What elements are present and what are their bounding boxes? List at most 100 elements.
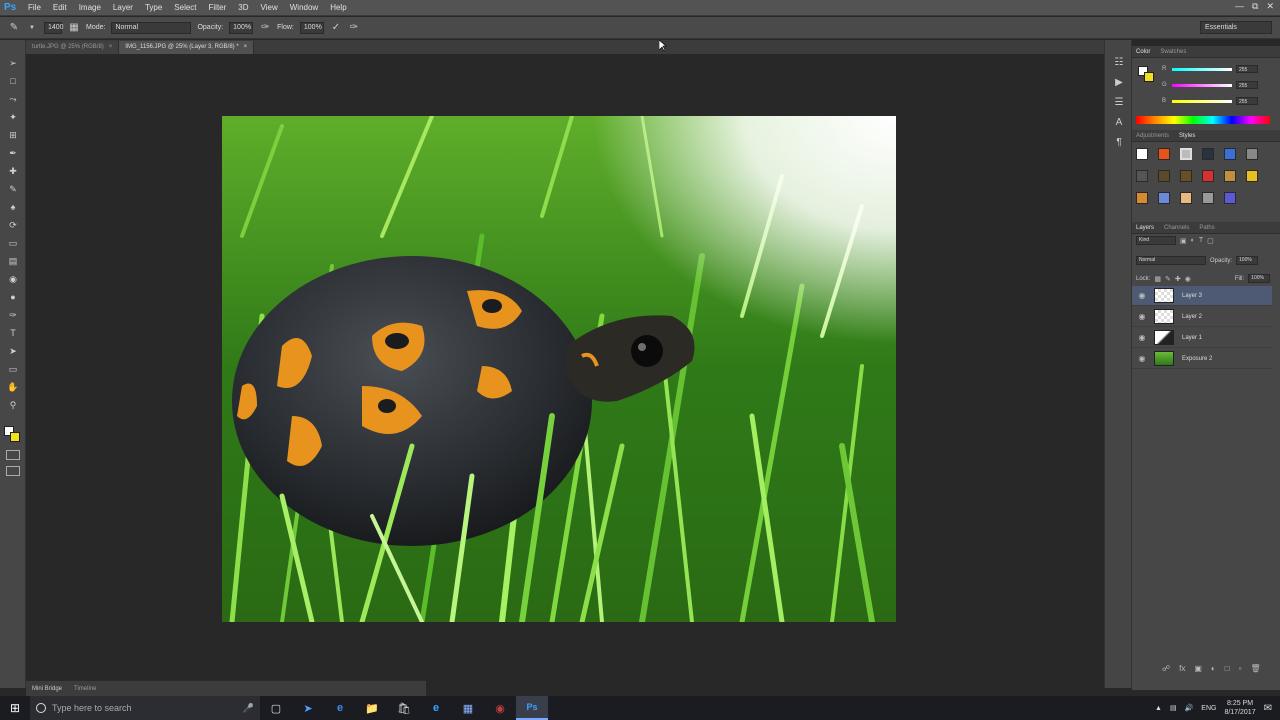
layer-row-layer-2[interactable]: ◉ Layer 2 — [1132, 307, 1272, 327]
layer-row-exposure-2[interactable]: ◉ Exposure 2 — [1132, 349, 1272, 369]
tab-adjustments[interactable]: Adjustments — [1136, 133, 1169, 139]
eye-icon[interactable]: ◉ — [1136, 312, 1148, 321]
tab-color[interactable]: Color — [1136, 49, 1150, 55]
filter-type-icon[interactable]: T — [1199, 237, 1203, 244]
chevron-down-icon[interactable]: ▼ — [26, 22, 38, 34]
menu-edit[interactable]: Edit — [47, 0, 73, 16]
pen-tool-icon[interactable]: ✑ — [4, 307, 22, 324]
menu-3d[interactable]: 3D — [232, 0, 254, 16]
file-explorer-icon[interactable]: 📁 — [356, 696, 388, 720]
background-color-swatch[interactable] — [10, 432, 20, 442]
shape-tool-icon[interactable]: ▭ — [4, 361, 22, 378]
task-view-icon[interactable]: ▢ — [260, 696, 292, 720]
menu-select[interactable]: Select — [168, 0, 202, 16]
internet-explorer-icon[interactable]: e — [420, 696, 452, 720]
filter-pixel-icon[interactable]: ▣ — [1180, 237, 1187, 245]
style-swatch[interactable] — [1246, 170, 1258, 182]
tab-turtle[interactable]: turtle.JPG @ 25% (RGB/8) × — [26, 41, 120, 54]
fx-icon[interactable]: fx — [1179, 664, 1185, 673]
crop-tool-icon[interactable]: ⊞ — [4, 127, 22, 144]
layer-row-layer-1[interactable]: ◉ Layer 1 — [1132, 328, 1272, 348]
delete-layer-icon[interactable]: 🗑 — [1250, 664, 1260, 673]
style-swatch[interactable] — [1224, 148, 1236, 160]
notifications-icon[interactable]: ✉ — [1264, 703, 1272, 714]
tab-img-1156[interactable]: IMG_1156.JPG @ 25% (Layer 3, RGB/8) * × — [119, 41, 255, 54]
tab-channels[interactable]: Channels — [1164, 225, 1189, 231]
link-layers-icon[interactable]: ☍ — [1162, 664, 1170, 673]
flow-field[interactable]: 100% — [299, 21, 324, 34]
healing-tool-icon[interactable]: ✚ — [4, 163, 22, 180]
blur-tool-icon[interactable]: ◉ — [4, 271, 22, 288]
style-swatch[interactable] — [1180, 170, 1192, 182]
close-icon[interactable]: × — [244, 41, 248, 54]
style-swatch[interactable] — [1180, 148, 1192, 160]
close-icon[interactable]: ✕ — [1266, 1, 1274, 12]
microphone-icon[interactable]: 🎤 — [243, 703, 254, 714]
actions-panel-icon[interactable]: ▶ — [1112, 76, 1126, 90]
screen-mode-icon[interactable] — [6, 466, 20, 476]
style-swatch[interactable] — [1246, 148, 1258, 160]
new-layer-icon[interactable]: ▫ — [1239, 664, 1242, 673]
pressure-opacity-icon[interactable]: ✑ — [259, 22, 271, 34]
layer-opacity-field[interactable]: 100% — [1236, 256, 1259, 265]
filter-shape-icon[interactable]: ▢ — [1207, 237, 1214, 245]
photoshop-taskbar-icon[interactable]: Ps — [516, 696, 548, 720]
lock-all-icon[interactable]: ◉ — [1185, 275, 1191, 283]
style-swatch[interactable] — [1202, 192, 1214, 204]
edge-browser-icon[interactable]: e — [324, 696, 356, 720]
gradient-tool-icon[interactable]: ▤ — [4, 253, 22, 270]
brush-size-field[interactable]: 1400 — [44, 21, 64, 34]
store-icon[interactable]: 🛍 — [388, 696, 420, 720]
menu-window[interactable]: Window — [284, 0, 324, 16]
lock-position-icon[interactable]: ✚ — [1175, 275, 1181, 283]
style-swatch[interactable] — [1136, 192, 1148, 204]
new-group-icon[interactable]: □ — [1225, 664, 1230, 673]
tab-mini-bridge[interactable]: Mini Bridge — [32, 686, 62, 692]
quick-select-tool-icon[interactable]: ✦ — [4, 109, 22, 126]
airbrush-icon[interactable]: ✓ — [330, 22, 342, 34]
chevron-up-icon[interactable]: ▲ — [1155, 705, 1162, 712]
blend-mode-select[interactable]: Normal — [1136, 256, 1206, 265]
type-tool-icon[interactable]: T — [4, 325, 22, 342]
style-swatch[interactable] — [1158, 170, 1170, 182]
menu-view[interactable]: View — [255, 0, 284, 16]
character-panel-icon[interactable]: A — [1112, 116, 1126, 130]
lock-paint-icon[interactable]: ✎ — [1165, 275, 1171, 283]
path-select-tool-icon[interactable]: ➤ — [4, 343, 22, 360]
move-tool-icon[interactable]: ➢ — [4, 55, 22, 72]
color-spectrum-bar[interactable] — [1136, 116, 1270, 124]
style-swatch[interactable] — [1180, 192, 1192, 204]
minimize-icon[interactable]: — — [1235, 1, 1244, 12]
workspace-select[interactable]: Essentials — [1200, 21, 1272, 34]
style-swatch[interactable] — [1202, 170, 1214, 182]
brush-tool-icon[interactable]: ✎ — [4, 181, 22, 198]
language-indicator[interactable]: ENG — [1201, 705, 1216, 712]
style-swatch[interactable] — [1136, 170, 1148, 182]
lock-pixels-icon[interactable]: ▦ — [1154, 275, 1161, 283]
document-canvas-image[interactable] — [222, 116, 896, 622]
layer-row-layer-3[interactable]: ◉ Layer 3 — [1132, 286, 1272, 306]
paragraph-panel-icon[interactable]: ¶ — [1112, 136, 1126, 150]
style-swatch[interactable] — [1202, 148, 1214, 160]
menu-layer[interactable]: Layer — [107, 0, 139, 16]
style-swatch[interactable] — [1158, 148, 1170, 160]
history-brush-tool-icon[interactable]: ⟳ — [4, 217, 22, 234]
lasso-tool-icon[interactable]: ⤳ — [4, 91, 22, 108]
layer-filter-select[interactable]: Kind — [1136, 236, 1176, 245]
close-icon[interactable]: × — [109, 41, 113, 54]
red-slider[interactable]: R 255 — [1162, 65, 1272, 73]
clock[interactable]: 8:25 PM 8/17/2017 — [1224, 699, 1255, 717]
background-color-swatch[interactable] — [1144, 72, 1154, 82]
tab-swatches[interactable]: Swatches — [1160, 49, 1186, 55]
eye-icon[interactable]: ◉ — [1136, 333, 1148, 342]
green-slider[interactable]: G 255 — [1162, 81, 1272, 89]
mode-select[interactable]: Normal — [111, 21, 192, 34]
quick-mask-icon[interactable] — [6, 450, 20, 460]
brush-tool-icon[interactable]: ✎ — [8, 22, 20, 34]
layer-fill-field[interactable]: 100% — [1248, 274, 1271, 283]
tab-styles[interactable]: Styles — [1179, 133, 1195, 139]
style-swatch[interactable] — [1224, 170, 1236, 182]
menu-filter[interactable]: Filter — [203, 0, 233, 16]
tab-timeline[interactable]: Timeline — [74, 686, 96, 692]
history-panel-icon[interactable]: ☷ — [1112, 56, 1126, 70]
